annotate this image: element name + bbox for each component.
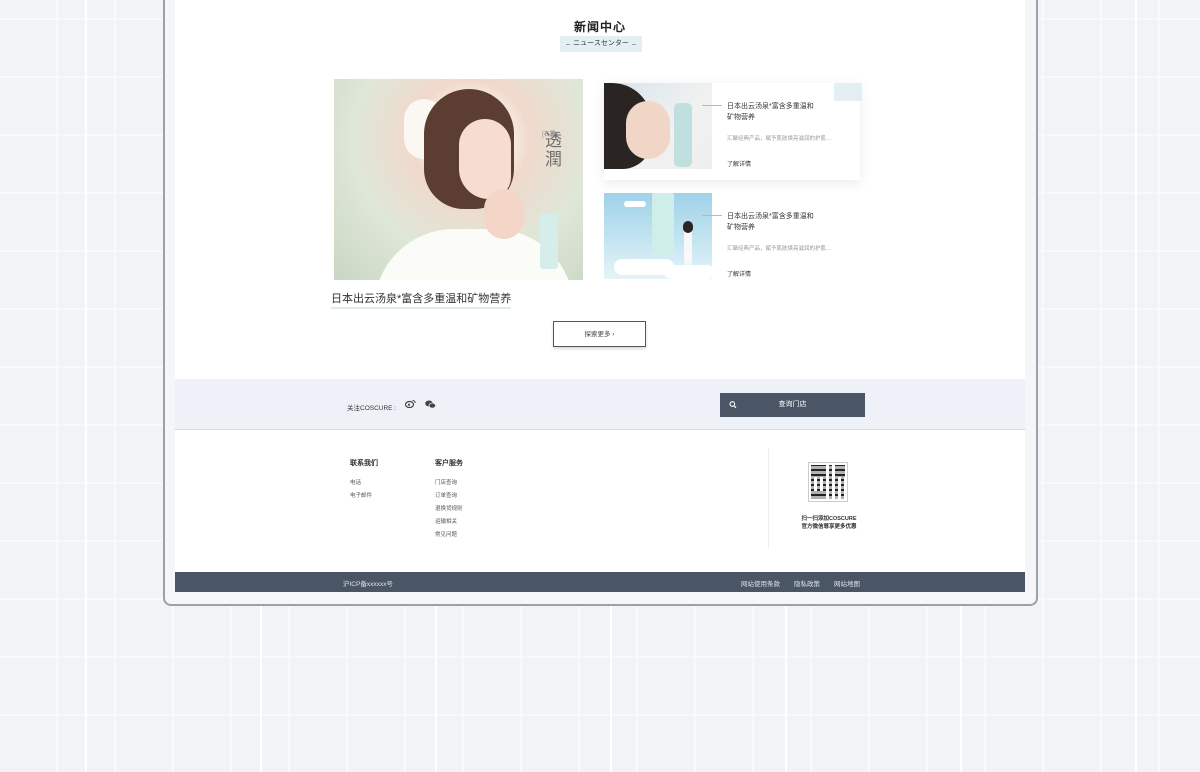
search-icon-svg: [729, 401, 737, 409]
footer-link-phone[interactable]: 电话: [350, 478, 361, 486]
explore-more-button[interactable]: 探索更多 ›: [553, 321, 646, 347]
follow-band: 关注COSCURE : 查询门店: [175, 379, 1025, 430]
product-tube-shape: [540, 214, 558, 269]
feature-vertical-text: 透潤: [541, 131, 561, 169]
feature-news-image[interactable]: [右置] 透潤: [334, 79, 583, 280]
footer-link-email[interactable]: 电子邮件: [350, 491, 372, 499]
wechat-icon[interactable]: [425, 400, 436, 411]
footer-link-faq[interactable]: 常见问题: [435, 530, 457, 538]
news-card[interactable]: 日本出云汤泉*富含多重温和矿物营养 汇聚经典产品，赋予肌肤焕亮滋润的护肌… 了解…: [604, 83, 862, 180]
cloud-shape: [624, 201, 646, 207]
service-heading: 客户服务: [435, 460, 463, 467]
footer-link-sitemap[interactable]: 网站地图: [834, 578, 860, 588]
news-card-thumbnail: [604, 83, 712, 169]
store-search-label: 查询门店: [778, 401, 807, 408]
footer-link-shipping[interactable]: 运输相关: [435, 517, 457, 525]
wechat-icon-svg: [425, 400, 436, 409]
search-icon: [729, 393, 737, 427]
feature-news-caption[interactable]: 日本出云汤泉*富含多重温和矿物营养: [331, 290, 512, 309]
face-shape: [626, 101, 670, 159]
news-card-title: 日本出云汤泉*富含多重温和矿物营养: [727, 213, 814, 231]
news-card-title: 日本出云汤泉*富含多重温和矿物营养: [727, 103, 814, 121]
news-card-more-link[interactable]: 了解详情: [727, 269, 751, 278]
footer-link-order-query[interactable]: 订单查询: [435, 491, 457, 499]
girl-figure-shape: [683, 221, 693, 265]
news-card-description: 汇聚经典产品，赋予肌肤焕亮滋润的护肌…: [727, 246, 832, 252]
decorative-box: [834, 83, 862, 101]
news-section-subtitle: ニュースセンター: [560, 36, 642, 52]
weibo-icon[interactable]: [404, 399, 416, 410]
qr-code-icon: [808, 462, 848, 502]
news-card-description: 汇聚经典产品，赋予肌肤焕亮滋润的护肌…: [727, 136, 832, 142]
icp-number: 沪ICP备xxxxxx号: [343, 581, 393, 588]
news-card-more-link[interactable]: 了解详情: [727, 159, 751, 168]
footer-link-terms[interactable]: 网站使用条款: [741, 578, 780, 588]
qr-caption-line-1: 扫一扫添加COSCURE: [801, 516, 857, 522]
hand-shape: [484, 189, 524, 239]
footer-link-privacy[interactable]: 隐私政策: [794, 578, 820, 588]
accent-line: [702, 105, 722, 106]
weibo-icon-svg: [404, 399, 416, 409]
footer-link-store-query[interactable]: 门店查询: [435, 478, 457, 486]
product-tube-shape: [652, 193, 674, 255]
accent-line: [702, 215, 722, 216]
store-search-button[interactable]: 查询门店: [720, 393, 865, 417]
qr-caption: 扫一扫添加COSCURE 官方微信尊享更多优惠: [785, 515, 873, 531]
footer-divider: [768, 448, 769, 548]
news-section-title: 新闻中心: [573, 20, 626, 34]
footer-link-returns[interactable]: 退换货规则: [435, 504, 463, 512]
news-card[interactable]: 日本出云汤泉*富含多重温和矿物营养 汇聚经典产品，赋予肌肤焕亮滋润的护肌… 了解…: [604, 193, 860, 290]
follow-label: 关注COSCURE :: [347, 405, 397, 412]
cloud-shape: [664, 265, 712, 279]
product-bottle-shape: [674, 103, 692, 167]
face-shape: [459, 119, 511, 199]
qr-caption-line-2: 官方微信尊享更多优惠: [801, 524, 857, 530]
bottom-bar: 沪ICP备xxxxxx号 网站使用条款 隐私政策 网站地图: [175, 572, 1025, 592]
news-card-thumbnail: [604, 193, 712, 279]
contact-heading: 联系我们: [350, 460, 378, 467]
web-page: 新闻中心 ニュースセンター [右置] 透潤 日本出云汤泉*富含多重温和矿物营养 …: [175, 0, 1025, 592]
